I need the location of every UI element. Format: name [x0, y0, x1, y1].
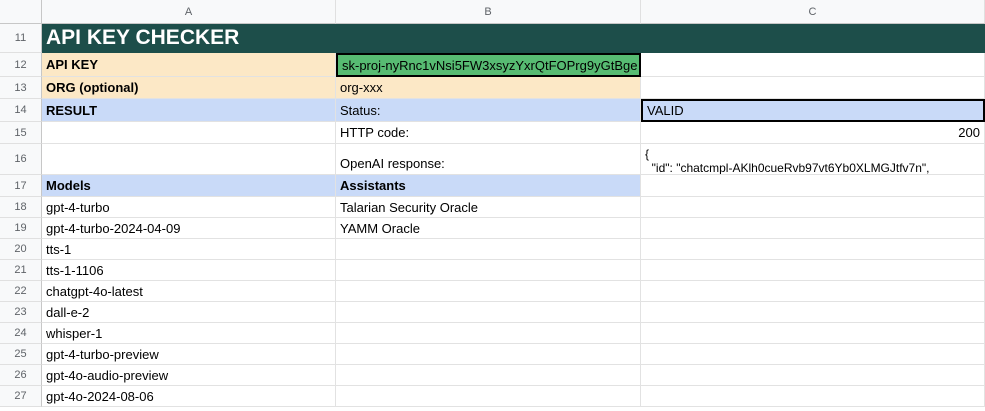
cell-b23[interactable]	[336, 302, 641, 323]
row-header-27[interactable]: 27	[0, 386, 42, 407]
row-header-25[interactable]: 25	[0, 344, 42, 365]
row-header-21[interactable]: 21	[0, 260, 42, 281]
cell-c26[interactable]	[641, 365, 985, 386]
cell-c17[interactable]	[641, 175, 985, 197]
cell-c22[interactable]	[641, 281, 985, 302]
response-line-2: "id": "chatcmpl-AKlh0cueRvb97vt6Yb0XLMGJ…	[645, 161, 930, 175]
cell-c13[interactable]	[641, 77, 985, 99]
cell-b24[interactable]	[336, 323, 641, 344]
cell-b20[interactable]	[336, 239, 641, 260]
api-key-label[interactable]: API KEY	[42, 53, 336, 77]
cell-c20[interactable]	[641, 239, 985, 260]
openai-response-value[interactable]: { "id": "chatcmpl-AKlh0cueRvb97vt6Yb0XLM…	[641, 144, 985, 175]
status-label[interactable]: Status:	[336, 99, 641, 122]
cell-b21[interactable]	[336, 260, 641, 281]
row-header-19[interactable]: 19	[0, 218, 42, 239]
column-header-a[interactable]: A	[42, 0, 336, 24]
model-cell[interactable]: dall-e-2	[42, 302, 336, 323]
row-header-24[interactable]: 24	[0, 323, 42, 344]
row-header-26[interactable]: 26	[0, 365, 42, 386]
org-input[interactable]: org-xxx	[336, 77, 641, 99]
cell-b25[interactable]	[336, 344, 641, 365]
cell-c23[interactable]	[641, 302, 985, 323]
row-header-23[interactable]: 23	[0, 302, 42, 323]
cell-a15[interactable]	[42, 122, 336, 144]
model-cell[interactable]: tts-1	[42, 239, 336, 260]
http-code-value[interactable]: 200	[641, 122, 985, 144]
result-label[interactable]: RESULT	[42, 99, 336, 122]
row-header-14[interactable]: 14	[0, 99, 42, 122]
cell-a16[interactable]	[42, 144, 336, 175]
assistant-cell[interactable]: YAMM Oracle	[336, 218, 641, 239]
cell-c27[interactable]	[641, 386, 985, 407]
model-cell[interactable]: whisper-1	[42, 323, 336, 344]
response-line-1: {	[645, 147, 650, 161]
openai-response-label[interactable]: OpenAI response:	[336, 144, 641, 175]
assistant-cell[interactable]: Talarian Security Oracle	[336, 197, 641, 218]
cell-c18[interactable]	[641, 197, 985, 218]
model-cell[interactable]: chatgpt-4o-latest	[42, 281, 336, 302]
cell-b27[interactable]	[336, 386, 641, 407]
cell-c24[interactable]	[641, 323, 985, 344]
row-header-13[interactable]: 13	[0, 77, 42, 99]
models-header[interactable]: Models	[42, 175, 336, 197]
row-header-17[interactable]: 17	[0, 175, 42, 197]
model-cell[interactable]: gpt-4o-audio-preview	[42, 365, 336, 386]
model-cell[interactable]: gpt-4-turbo-preview	[42, 344, 336, 365]
model-cell[interactable]: gpt-4-turbo-2024-04-09	[42, 218, 336, 239]
org-label[interactable]: ORG (optional)	[42, 77, 336, 99]
cell-c25[interactable]	[641, 344, 985, 365]
http-code-label[interactable]: HTTP code:	[336, 122, 641, 144]
row-header-18[interactable]: 18	[0, 197, 42, 218]
model-cell[interactable]: gpt-4-turbo	[42, 197, 336, 218]
status-value[interactable]: VALID	[641, 99, 985, 122]
cell-c12[interactable]	[641, 53, 985, 77]
spreadsheet-grid: A B C 11 12 13 14 15 16 17 18 19 20 21 2…	[0, 0, 985, 411]
row-header-11[interactable]: 11	[0, 24, 42, 53]
cell-c21[interactable]	[641, 260, 985, 281]
model-cell[interactable]: gpt-4o-2024-08-06	[42, 386, 336, 407]
column-header-c[interactable]: C	[641, 0, 985, 24]
model-cell[interactable]: tts-1-1106	[42, 260, 336, 281]
assistants-header[interactable]: Assistants	[336, 175, 641, 197]
row-header-12[interactable]: 12	[0, 53, 42, 77]
row-header-15[interactable]: 15	[0, 122, 42, 144]
row-header-16[interactable]: 16	[0, 144, 42, 175]
select-all-corner[interactable]	[0, 0, 42, 24]
cell-b26[interactable]	[336, 365, 641, 386]
column-header-b[interactable]: B	[336, 0, 641, 24]
row-header-20[interactable]: 20	[0, 239, 42, 260]
api-key-input[interactable]: sk-proj-nyRnc1vNsi5FW3xsyzYxrQtFOPrg9yGt…	[336, 53, 641, 77]
cell-c19[interactable]	[641, 218, 985, 239]
page-title[interactable]: API KEY CHECKER	[42, 24, 336, 53]
title-banner-fill[interactable]	[336, 24, 985, 53]
cell-b22[interactable]	[336, 281, 641, 302]
row-header-22[interactable]: 22	[0, 281, 42, 302]
